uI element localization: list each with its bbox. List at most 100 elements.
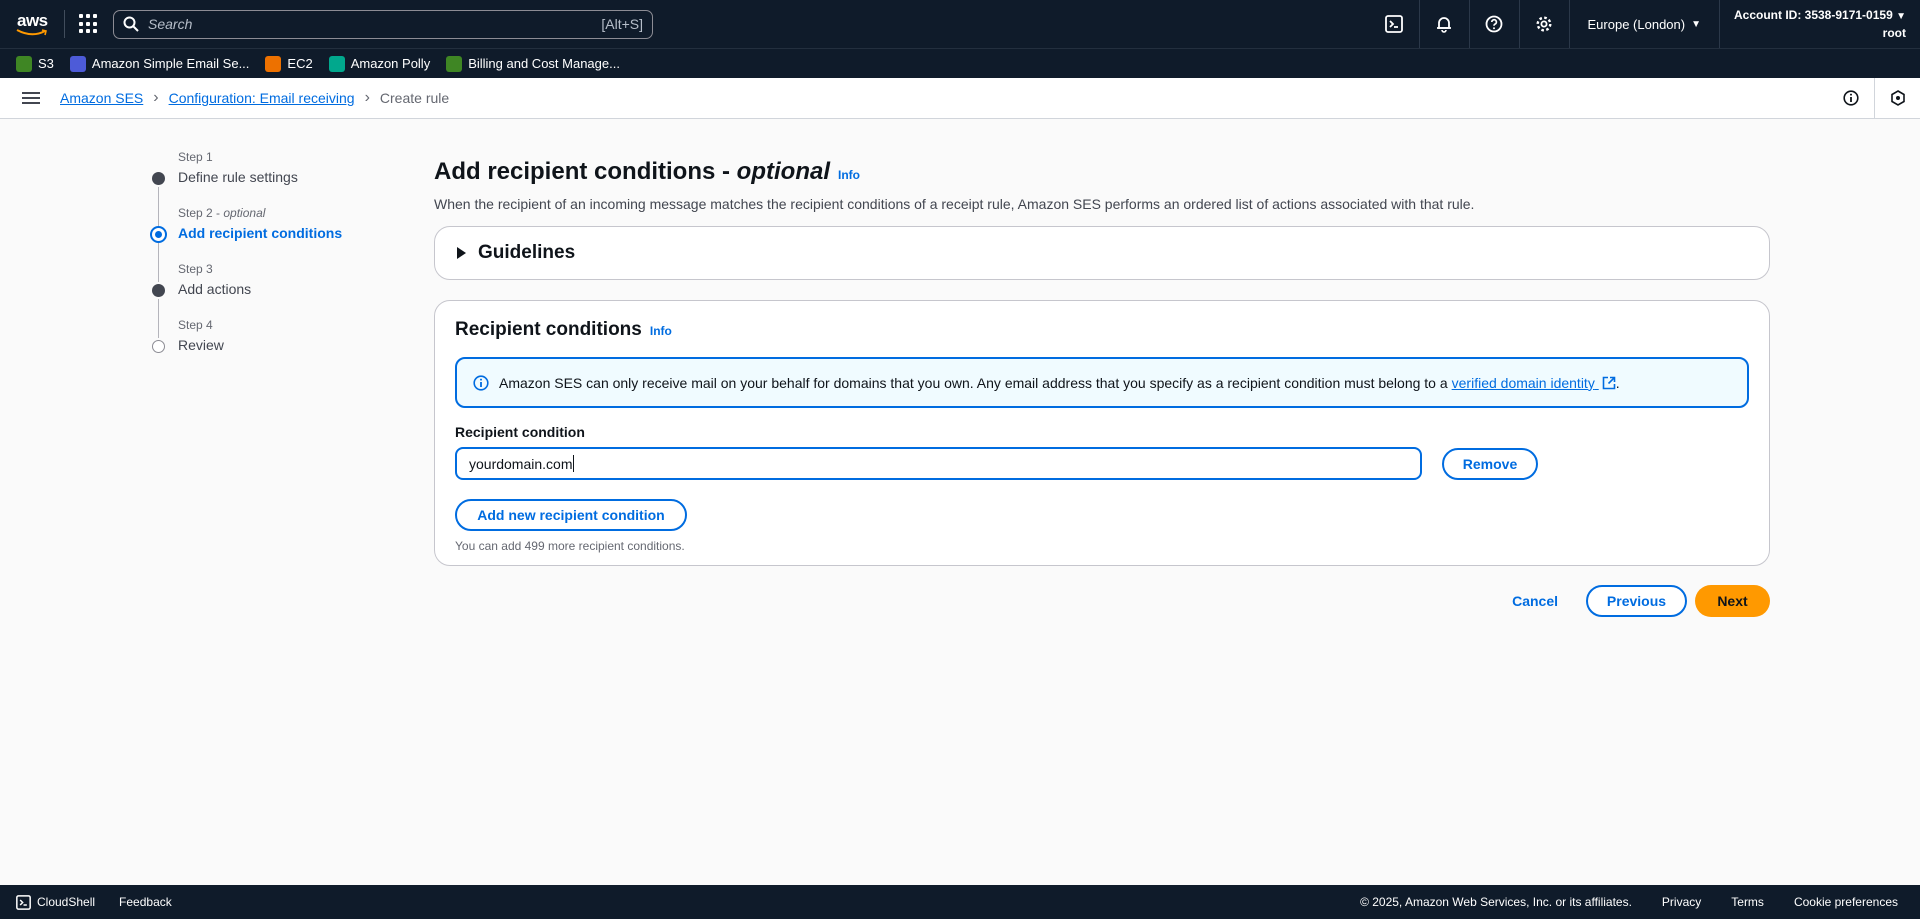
step-3: Step 3 Add actions — [152, 262, 402, 338]
gear-icon — [1536, 16, 1552, 32]
step-name: Add recipient conditions — [178, 225, 343, 241]
search-input[interactable]: Search [Alt+S] — [113, 9, 653, 39]
notifications-button[interactable] — [1418, 0, 1469, 48]
copyright-text: © 2025, Amazon Web Services, Inc. or its… — [1360, 895, 1632, 909]
wizard-actions: Cancel Previous Next — [434, 585, 1770, 617]
step-name: Review — [178, 337, 224, 353]
favorite-label: S3 — [38, 56, 54, 71]
page-description: When the recipient of an incoming messag… — [434, 196, 1475, 212]
cookie-preferences-link[interactable]: Cookie preferences — [1794, 895, 1898, 909]
account-id: Account ID: 3538-9171-0159 — [1734, 8, 1893, 22]
favorites-bar: S3 Amazon Simple Email Se... EC2 Amazon … — [0, 48, 1920, 78]
caret-down-icon: ▼ — [1896, 11, 1906, 22]
chevron-right-icon: › — [364, 89, 370, 106]
step-1: Step 1 Define rule settings — [152, 150, 402, 226]
breadcrumb-email-receiving[interactable]: Configuration: Email receiving — [169, 90, 355, 106]
step-empty-icon — [152, 340, 165, 353]
favorite-ses[interactable]: Amazon Simple Email Se... — [69, 55, 250, 72]
guidelines-expander[interactable]: Guidelines — [434, 226, 1770, 280]
chevron-right-icon: › — [153, 89, 159, 106]
privacy-link[interactable]: Privacy — [1662, 895, 1701, 909]
help-button[interactable] — [1468, 0, 1519, 48]
top-navigation: aws Search [Alt+S] Europe (London) ▼ Acc… — [0, 0, 1920, 48]
recipient-condition-input[interactable]: yourdomain.com — [455, 447, 1422, 480]
page-title-text: Add recipient conditions - — [434, 158, 737, 185]
menu-icon[interactable] — [22, 89, 40, 107]
cloudshell-button[interactable] — [1369, 0, 1419, 48]
aws-logo[interactable]: aws — [14, 8, 54, 40]
alert-end: . — [1615, 374, 1620, 391]
favorite-polly[interactable]: Amazon Polly — [328, 55, 431, 72]
aws-smile-icon — [16, 29, 47, 36]
ec2-icon — [265, 55, 282, 72]
account-user: root — [1882, 26, 1906, 40]
breadcrumb-current: Create rule — [379, 90, 450, 106]
step-name: Define rule settings — [178, 169, 298, 185]
verified-domain-identity-link[interactable]: verified domain identity — [1452, 375, 1616, 391]
recipient-condition-value: yourdomain.com — [469, 455, 573, 472]
recipient-condition-label: Recipient condition — [455, 424, 585, 440]
caret-right-icon — [457, 247, 466, 259]
bell-icon — [1437, 17, 1452, 33]
favorite-billing[interactable]: Billing and Cost Manage... — [446, 55, 620, 72]
breadcrumb-bar: Amazon SES › Configuration: Email receiv… — [0, 77, 1920, 119]
favorite-label: Billing and Cost Manage... — [468, 56, 620, 71]
search-icon — [123, 16, 139, 32]
billing-icon — [446, 55, 463, 72]
settings-button[interactable] — [1518, 0, 1569, 48]
resources-panel-button[interactable] — [1874, 77, 1920, 119]
step-number: Step 4 — [178, 318, 213, 332]
aws-logo-text: aws — [17, 11, 48, 30]
services-grid-icon[interactable] — [79, 14, 99, 34]
favorite-label: EC2 — [287, 56, 313, 71]
favorite-label: Amazon Polly — [350, 56, 431, 71]
step-active-icon — [150, 226, 167, 243]
alert-text: Amazon SES can only receive mail on your… — [499, 374, 1448, 391]
ses-icon — [69, 55, 86, 72]
alert-link-text: verified domain identity — [1451, 374, 1595, 391]
remove-button[interactable]: Remove — [1442, 447, 1538, 480]
guidelines-title: Guidelines — [478, 242, 576, 263]
favorite-ec2[interactable]: EC2 — [265, 55, 313, 72]
step-number: Step 2 - optional — [178, 206, 266, 220]
caret-down-icon: ▼ — [1691, 18, 1701, 30]
wizard-steps: Step 1 Define rule settings Step 2 - opt… — [150, 150, 402, 374]
step-optional: optional — [223, 206, 266, 220]
cancel-button[interactable]: Cancel — [1492, 593, 1578, 609]
recipient-conditions-panel: Recipient conditions Info Amazon SES can… — [434, 300, 1770, 566]
step-number: Step 3 — [178, 262, 213, 276]
s3-icon — [16, 55, 32, 72]
account-menu[interactable]: Account ID: 3538-9171-0159 ▼ root — [1719, 0, 1920, 48]
add-recipient-condition-button[interactable]: Add new recipient condition — [455, 499, 687, 531]
help-icon — [1485, 15, 1503, 33]
breadcrumb-amazon-ses[interactable]: Amazon SES — [60, 90, 143, 106]
search-placeholder: Search — [148, 16, 193, 32]
feedback-link[interactable]: Feedback — [119, 895, 172, 909]
previous-button[interactable]: Previous — [1586, 585, 1687, 617]
page-title-optional: optional — [736, 158, 830, 185]
step-name: Add actions — [178, 281, 252, 297]
step-4: Step 4 Review — [152, 318, 402, 374]
recipient-conditions-title: Recipient conditions — [455, 319, 642, 340]
favorite-label: Amazon Simple Email Se... — [91, 56, 250, 71]
region-selector[interactable]: Europe (London) ▼ — [1568, 0, 1719, 48]
cloudshell-label: CloudShell — [37, 895, 96, 909]
text-caret — [572, 455, 574, 472]
step-2: Step 2 - optional Add recipient conditio… — [150, 206, 402, 282]
step-number-text: Step 2 — [178, 206, 213, 220]
external-link-icon — [1602, 376, 1616, 389]
favorite-s3[interactable]: S3 — [16, 55, 54, 72]
step-dot-icon — [152, 284, 165, 297]
info-alert: Amazon SES can only receive mail on your… — [455, 357, 1749, 408]
page-title: Add recipient conditions - optional Info — [434, 158, 1770, 186]
info-panel-button[interactable] — [1828, 78, 1874, 119]
recipient-conditions-info-link[interactable]: Info — [650, 324, 672, 338]
page-info-link[interactable]: Info — [838, 168, 860, 182]
terms-link[interactable]: Terms — [1731, 895, 1764, 909]
next-button[interactable]: Next — [1695, 585, 1770, 617]
cloudshell-footer-button[interactable]: CloudShell — [16, 894, 96, 910]
step-number: Step 1 — [178, 150, 213, 164]
footer: CloudShell Feedback © 2025, Amazon Web S… — [0, 885, 1920, 919]
region-label: Europe (London) — [1587, 16, 1686, 32]
breadcrumb: Amazon SES › Configuration: Email receiv… — [60, 89, 449, 107]
